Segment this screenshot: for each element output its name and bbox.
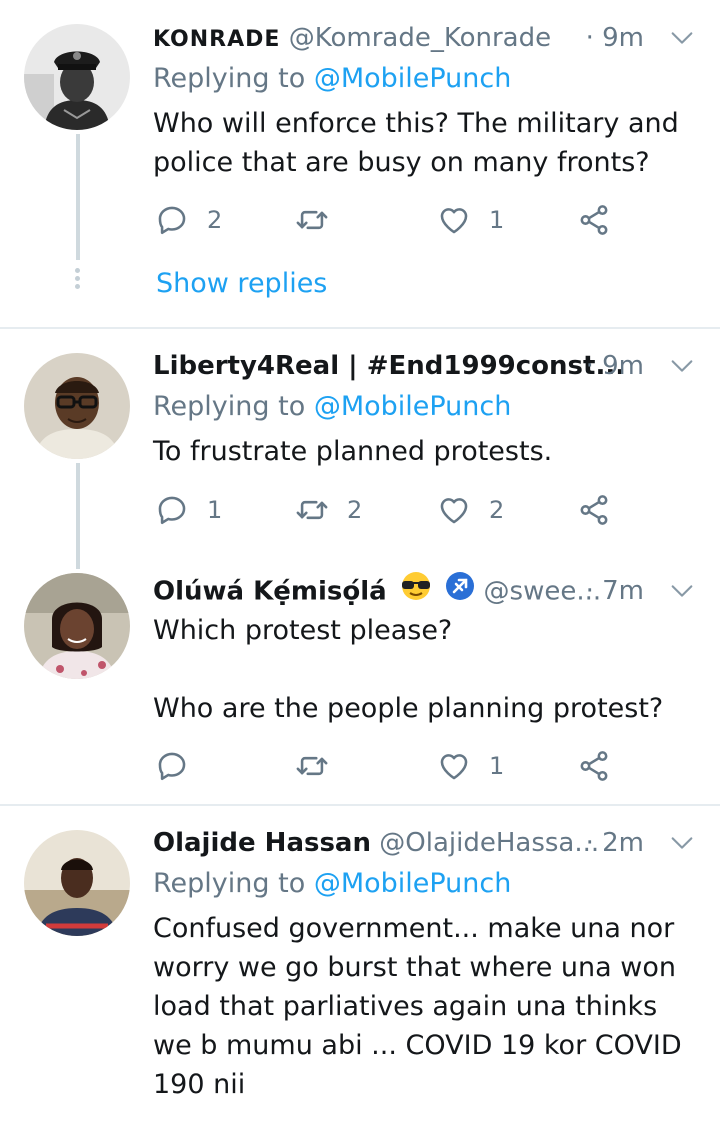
tweet-actions: 2 1 <box>153 198 623 242</box>
avatar-kemisola[interactable] <box>24 573 130 679</box>
tweet-text: Which protest please? Who are the people… <box>153 615 664 724</box>
tweet-header: Liberty4Real | #End1999const... · 9m <box>153 346 696 386</box>
tweet-actions: 1 <box>153 744 623 788</box>
user-handle[interactable]: @OlajideHassa... <box>379 828 599 858</box>
sagittarius-emoji-icon <box>445 571 475 613</box>
like-icon <box>437 749 471 783</box>
timestamp[interactable]: · 9m <box>586 346 644 386</box>
retweet-button[interactable] <box>295 744 347 788</box>
display-name[interactable]: KONRADE <box>153 27 280 52</box>
share-button[interactable] <box>577 744 611 788</box>
tweet-text: Confused government... make una nor worr… <box>153 913 691 1100</box>
replying-to: Replying to @MobilePunch <box>153 864 511 904</box>
tweet-header: Olajide Hassan @OlajideHassa... · 2m <box>153 823 696 863</box>
display-name[interactable]: Olúwá Kẹ́misọ́lá <box>153 577 387 607</box>
user-handle[interactable]: @Komrade_Konrade <box>289 23 551 53</box>
like-icon <box>437 203 471 237</box>
replying-to: Replying to @MobilePunch <box>153 59 511 99</box>
retweet-count: 2 <box>347 496 363 524</box>
retweet-icon <box>295 493 329 527</box>
display-name[interactable]: Olajide Hassan <box>153 828 371 858</box>
timestamp[interactable]: · 9m <box>586 18 644 58</box>
sunglasses-emoji-icon <box>399 571 433 613</box>
tweet-header: KONRADE @Komrade_Konrade · 9m <box>153 18 696 58</box>
tweet-kemisola[interactable]: Olúwá Kẹ́misọ́lá @swee... · 7m Which pro… <box>0 559 720 804</box>
chevron-down-icon[interactable] <box>668 577 696 605</box>
tweet-text: Who will enforce this? The military and … <box>153 108 688 178</box>
reply-icon <box>155 203 189 237</box>
mention-link[interactable]: @MobilePunch <box>314 391 512 422</box>
display-name[interactable]: Liberty4Real | #End1999const... <box>153 351 625 381</box>
replying-to-label: Replying to <box>153 391 314 422</box>
thread-line <box>76 134 80 260</box>
thread-line <box>76 463 80 569</box>
like-count: 2 <box>489 496 505 524</box>
reply-icon <box>155 493 189 527</box>
tweet-header: Olúwá Kẹ́misọ́lá @swee... · 7m <box>153 571 696 611</box>
avatar-liberty4real[interactable] <box>24 353 130 459</box>
chevron-down-icon[interactable] <box>668 829 696 857</box>
tweet-konrade[interactable]: KONRADE @Komrade_Konrade · 9m Replying t… <box>0 0 720 328</box>
replying-to-label: Replying to <box>153 868 314 899</box>
reply-count: 2 <box>207 206 223 234</box>
like-button[interactable]: 1 <box>437 744 504 788</box>
like-count: 1 <box>489 752 505 780</box>
retweet-button[interactable]: 2 <box>295 488 362 532</box>
share-icon <box>577 749 611 783</box>
replying-to: Replying to @MobilePunch <box>153 387 511 427</box>
tweet-liberty4real[interactable]: Liberty4Real | #End1999const... · 9m Rep… <box>0 329 720 569</box>
like-count: 1 <box>489 206 505 234</box>
reply-button[interactable]: 2 <box>155 198 222 242</box>
share-button[interactable] <box>577 488 611 532</box>
share-button[interactable] <box>577 198 611 242</box>
avatar-olajide-hassan[interactable] <box>24 830 130 936</box>
user-handle[interactable]: @swee... <box>484 577 602 607</box>
like-icon <box>437 493 471 527</box>
reply-button[interactable]: 1 <box>155 488 222 532</box>
like-button[interactable]: 1 <box>437 198 504 242</box>
reply-button[interactable] <box>155 744 207 788</box>
retweet-icon <box>295 749 329 783</box>
mention-link[interactable]: @MobilePunch <box>314 868 512 899</box>
retweet-button[interactable] <box>295 198 347 242</box>
tweet-olajide-hassan[interactable]: Olajide Hassan @OlajideHassa... · 2m Rep… <box>0 806 720 1126</box>
mention-link[interactable]: @MobilePunch <box>314 63 512 94</box>
show-replies-link[interactable]: Show replies <box>156 264 327 304</box>
timestamp[interactable]: · 2m <box>586 823 644 863</box>
tweet-text: To frustrate planned protests. <box>153 436 553 467</box>
replying-to-label: Replying to <box>153 63 314 94</box>
reply-count: 1 <box>207 496 223 524</box>
reply-icon <box>155 749 189 783</box>
like-button[interactable]: 2 <box>437 488 504 532</box>
share-icon <box>577 203 611 237</box>
avatar-konrade[interactable] <box>24 24 130 130</box>
more-replies-dots <box>75 268 81 292</box>
share-icon <box>577 493 611 527</box>
timestamp[interactable]: · 7m <box>586 571 644 611</box>
chevron-down-icon[interactable] <box>668 352 696 380</box>
tweet-actions: 1 2 2 <box>153 488 623 532</box>
retweet-icon <box>295 203 329 237</box>
chevron-down-icon[interactable] <box>668 24 696 52</box>
